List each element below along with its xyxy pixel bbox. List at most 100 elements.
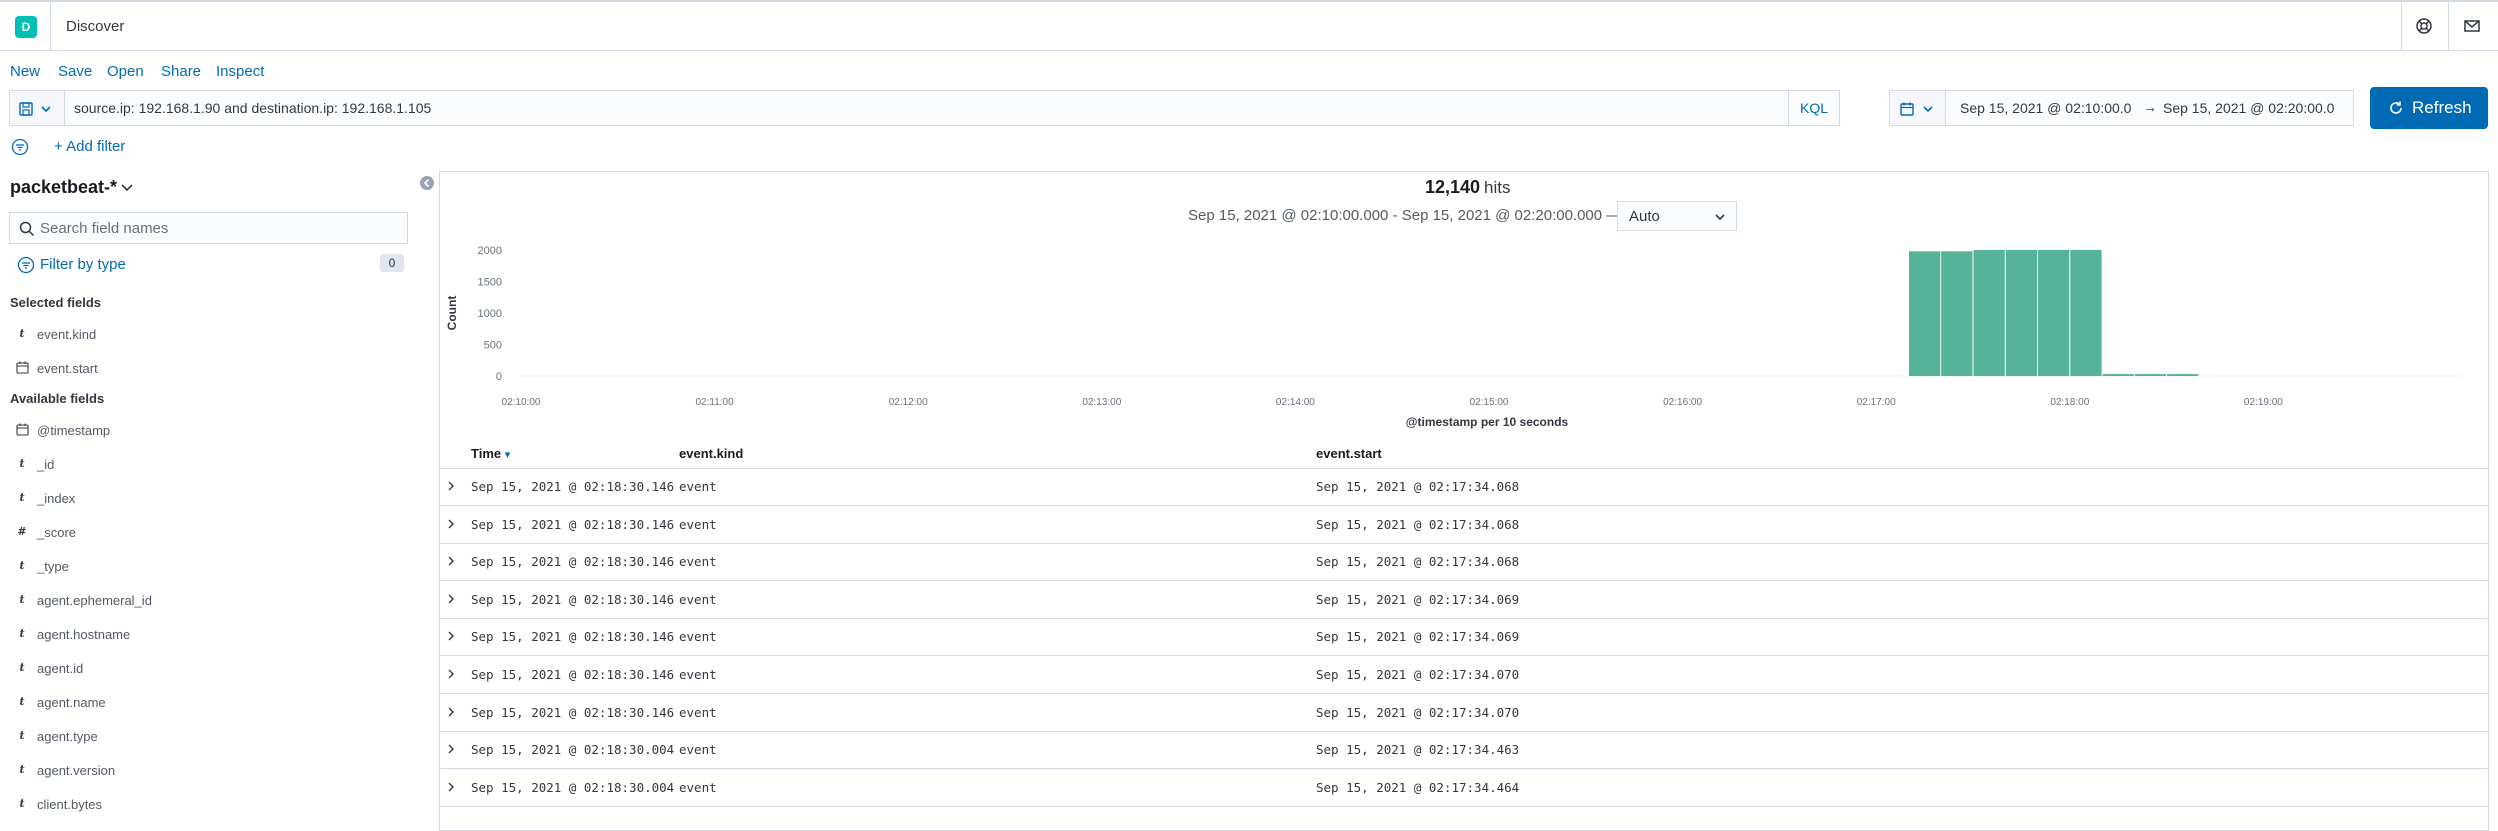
histogram-bar[interactable] (2167, 374, 2199, 376)
sort-indicator-icon[interactable]: ▾ (505, 449, 511, 461)
table-row[interactable]: Sep 15, 2021 @ 02:18:30.004 event Sep 15, … (440, 732, 2488, 770)
x-tick-label: 02:11:00 (696, 397, 735, 408)
table-cell: Sep 15, 2021 @ 02:18:30.146 (471, 667, 675, 682)
x-tick-label: 02:15:00 (1470, 397, 1509, 408)
field-item[interactable]: t agent.version (14, 761, 414, 785)
histogram-chart: Count @timestamp per 10 seconds 2000 1500… (445, 245, 2461, 429)
table-cell: event (679, 704, 717, 720)
collapse-sidebar-icon[interactable] (419, 175, 435, 191)
field-name: agent.hostname (37, 627, 131, 642)
index-pattern-selector[interactable]: packetbeat-* (10, 177, 117, 198)
field-item[interactable]: event.start (14, 359, 414, 383)
query-input[interactable] (74, 98, 1774, 118)
histogram-bar[interactable] (2038, 250, 2070, 376)
expand-row-icon[interactable] (446, 555, 456, 567)
table-cell: event (679, 479, 717, 494)
header-divider (50, 2, 51, 51)
filter-icon[interactable] (17, 256, 35, 274)
hits-count: 12,140 (1425, 177, 1481, 197)
table-row[interactable]: Sep 15, 2021 @ 02:18:30.146 event Sep 15, … (440, 619, 2488, 657)
inspect-link[interactable]: Inspect (216, 63, 264, 80)
histogram-bar[interactable] (1973, 250, 2005, 376)
table-cell: Sep 15, 2021 @ 02:18:30.146 (471, 704, 675, 720)
refresh-button[interactable]: Refresh (2370, 87, 2488, 129)
x-tick-label: 02:16:00 (1663, 397, 1702, 408)
table-row[interactable]: Sep 15, 2021 @ 02:18:30.146 event Sep 15, … (440, 544, 2488, 582)
table-row[interactable]: Sep 15, 2021 @ 02:18:30.146 event Sep 15, … (440, 469, 2488, 506)
available-fields-title: Available fields (10, 391, 105, 406)
histogram-bar[interactable] (1909, 251, 1941, 376)
string-field-icon: t (19, 491, 25, 504)
field-item[interactable]: t agent.hostname (14, 625, 414, 649)
table-cell: Sep 15, 2021 @ 02:18:30.146 (471, 629, 675, 645)
expand-row-icon[interactable] (446, 706, 456, 718)
field-item[interactable]: t agent.ephemeral_id (14, 591, 414, 615)
field-item[interactable]: @timestamp (14, 421, 414, 445)
table-cell: event (679, 742, 717, 758)
table-row[interactable]: Sep 15, 2021 @ 02:18:30.146 event Sep 15, … (440, 507, 2488, 544)
date-start[interactable]: Sep 15, 2021 @ 02:10:00.0 (1960, 100, 2131, 116)
share-link[interactable]: Share (161, 63, 201, 80)
field-item[interactable]: t agent.id (14, 659, 414, 683)
date-end[interactable]: Sep 15, 2021 @ 02:20:00.0 (2163, 100, 2334, 116)
saved-query-button[interactable] (10, 91, 65, 125)
interval-select[interactable]: Auto (1617, 201, 1737, 231)
field-search-input[interactable] (40, 219, 390, 237)
add-filter-button[interactable]: + Add filter (54, 138, 125, 155)
table-cell: Sep 15, 2021 @ 02:17:34.068 (1316, 479, 1520, 494)
field-item[interactable]: t _index (14, 489, 414, 513)
quick-select-button[interactable] (1890, 91, 1946, 125)
filter-icon[interactable] (11, 138, 29, 156)
filter-by-type-button[interactable]: Filter by type (40, 256, 126, 273)
save-link[interactable]: Save (58, 63, 92, 80)
chevron-down-icon[interactable] (120, 180, 134, 194)
expand-row-icon[interactable] (446, 668, 456, 680)
field-item[interactable]: t _type (14, 557, 414, 581)
table-cell: Sep 15, 2021 @ 02:18:30.146 (471, 554, 675, 570)
hits-label: hits (1484, 178, 1511, 197)
histogram-bar[interactable] (1941, 251, 1973, 376)
y-tick-label: 500 (484, 340, 502, 352)
field-name: _index (37, 491, 76, 506)
histogram-bar[interactable] (2070, 250, 2102, 376)
column-header-event-start[interactable]: event.start (1316, 446, 1382, 461)
expand-row-icon[interactable] (446, 518, 456, 530)
table-row[interactable]: Sep 15, 2021 @ 02:18:30.146 event Sep 15, … (440, 582, 2488, 619)
field-item[interactable]: t _id (14, 455, 414, 479)
histogram-bar[interactable] (2134, 374, 2167, 376)
y-tick-label: 2000 (478, 245, 502, 257)
table-row[interactable]: Sep 15, 2021 @ 02:18:30.004 event Sep 15, … (440, 770, 2488, 807)
string-field-icon: t (19, 763, 25, 776)
field-item[interactable]: t agent.name (14, 693, 414, 717)
calendar-icon (1900, 102, 1914, 116)
space-avatar[interactable]: D (15, 16, 37, 38)
x-tick-label: 02:17:00 (1857, 397, 1896, 408)
table-cell: event (679, 591, 717, 607)
histogram-bar[interactable] (2102, 374, 2134, 376)
expand-row-icon[interactable] (446, 593, 456, 605)
help-icon[interactable] (2414, 16, 2434, 36)
histogram-bar[interactable] (2005, 250, 2038, 376)
field-item[interactable]: # _score (14, 523, 414, 547)
expand-row-icon[interactable] (446, 743, 456, 755)
page-title: Discover (66, 18, 125, 35)
query-language-button[interactable]: KQL (1788, 91, 1839, 125)
table-cell: Sep 15, 2021 @ 02:17:34.070 (1316, 704, 1520, 720)
field-item[interactable]: t client.bytes (14, 795, 414, 819)
table-row[interactable]: Sep 15, 2021 @ 02:18:30.146 event Sep 15, … (440, 695, 2488, 732)
table-row[interactable]: Sep 15, 2021 @ 02:18:30.146 event Sep 15, … (440, 657, 2488, 694)
column-header-event-kind[interactable]: event.kind (679, 446, 743, 461)
expand-row-icon[interactable] (446, 781, 456, 793)
column-header-time[interactable]: Time ▾ (471, 446, 510, 461)
field-name: agent.type (37, 729, 98, 744)
new-link[interactable]: New (10, 63, 40, 80)
field-item[interactable]: t agent.type (14, 727, 414, 751)
expand-row-icon[interactable] (446, 630, 456, 642)
expand-row-icon[interactable] (446, 480, 456, 492)
x-tick-label: 02:19:00 (2244, 397, 2283, 408)
mail-icon[interactable] (2462, 16, 2482, 36)
string-field-icon: t (19, 327, 25, 340)
header-divider (2401, 2, 2402, 51)
open-link[interactable]: Open (107, 63, 144, 80)
field-item[interactable]: t event.kind (14, 325, 414, 349)
